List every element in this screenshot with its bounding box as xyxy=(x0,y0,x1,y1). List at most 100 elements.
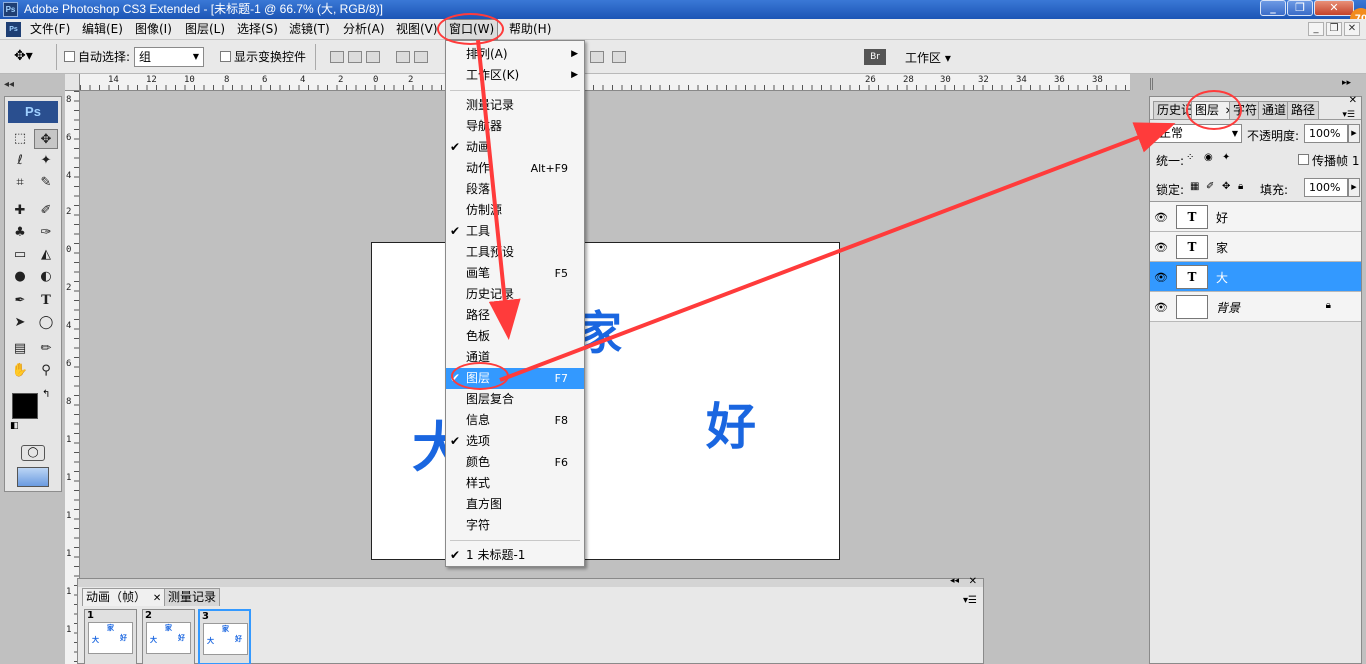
pen-tool-icon[interactable]: ✒ xyxy=(8,291,32,311)
distribute-icon[interactable] xyxy=(590,51,604,63)
auto-select-dropdown[interactable]: 组 ▼ xyxy=(134,47,204,67)
document-icon[interactable]: Ps xyxy=(6,22,21,37)
paint-bucket-icon[interactable]: ◭ xyxy=(34,245,58,265)
window-menu-item[interactable]: 样式 xyxy=(446,473,584,494)
show-transform-checkbox[interactable] xyxy=(220,51,231,62)
eye-icon[interactable]: 👁︎ xyxy=(1154,301,1168,314)
close-button[interactable]: ✕ xyxy=(1314,0,1354,16)
eye-icon[interactable]: 👁︎ xyxy=(1154,211,1168,224)
crop-tool-icon[interactable]: ⌗ xyxy=(8,173,32,193)
tab-animation[interactable]: 动画（帧） ✕ xyxy=(82,588,166,606)
fill-slider-button[interactable]: ▶ xyxy=(1348,178,1360,197)
minimize-button[interactable]: _ xyxy=(1260,0,1286,16)
window-menu-item[interactable]: 仿制源 xyxy=(446,200,584,221)
propagate-frame-checkbox[interactable] xyxy=(1298,154,1309,165)
foreground-color-swatch[interactable] xyxy=(12,393,38,419)
window-menu-item[interactable]: 历史记录 xyxy=(446,284,584,305)
hand-tool-icon[interactable]: ✋ xyxy=(8,361,32,381)
notes-tool-icon[interactable]: ▤ xyxy=(8,339,32,359)
window-menu-item[interactable]: 排列(A) ▶ xyxy=(446,44,584,65)
tab-paths[interactable]: 路径 xyxy=(1287,101,1320,119)
window-menu-item[interactable]: 图层复合 xyxy=(446,389,584,410)
menu-edit[interactable]: 编辑(E) xyxy=(79,19,126,40)
frame-2[interactable]: 2 家大 好 xyxy=(142,609,195,664)
doc-minimize-button[interactable]: _ xyxy=(1308,22,1324,36)
close-icon[interactable]: ✕ xyxy=(1349,95,1357,106)
window-menu-item[interactable]: 路径 xyxy=(446,305,584,326)
workspace-button[interactable]: 工作区 ▾ xyxy=(905,49,951,66)
slice-tool-icon[interactable]: ✎ xyxy=(34,173,58,193)
default-colors-icon[interactable]: ◧ xyxy=(10,421,19,431)
window-menu-item[interactable]: ✔ 工具 xyxy=(446,221,584,242)
window-menu-item[interactable]: 画笔 F5 xyxy=(446,263,584,284)
window-menu-item[interactable]: 动作 Alt+F9 xyxy=(446,158,584,179)
blur-tool-icon[interactable]: ● xyxy=(8,267,32,287)
magic-wand-tool-icon[interactable]: ✦ xyxy=(34,151,58,171)
healing-brush-icon[interactable]: ✚ xyxy=(8,201,32,221)
window-menu-item[interactable]: 工具预设 xyxy=(446,242,584,263)
collapse-left-icon[interactable]: ◂◂ xyxy=(4,79,14,90)
quick-mask-icon[interactable]: ◯ xyxy=(21,445,45,461)
window-menu-item[interactable]: 直方图 xyxy=(446,494,584,515)
window-menu-item[interactable]: ✔ 选项 xyxy=(446,431,584,452)
marquee-tool-icon[interactable]: ⬚ xyxy=(8,129,32,149)
window-menu-item[interactable]: 测量记录 xyxy=(446,95,584,116)
opacity-slider-button[interactable]: ▶ xyxy=(1348,124,1360,143)
window-menu-item[interactable]: ✔ 动画 xyxy=(446,137,584,158)
window-menu-item[interactable]: 信息 F8 xyxy=(446,410,584,431)
lock-all-icon[interactable]: 🔒︎ xyxy=(1238,181,1243,192)
align-top-icon[interactable] xyxy=(330,51,344,63)
collapse-right-icon[interactable]: ▸▸ xyxy=(1342,78,1351,88)
document-canvas[interactable]: 家 大 好 xyxy=(371,242,840,560)
align-hcenter-icon[interactable] xyxy=(414,51,428,63)
type-tool-icon[interactable]: T xyxy=(34,291,58,311)
menu-help[interactable]: 帮助(H) xyxy=(506,19,554,40)
auto-align-icon[interactable] xyxy=(612,51,626,63)
shape-tool-icon[interactable]: ◯ xyxy=(34,313,58,333)
lock-pixels-icon[interactable]: ✐ xyxy=(1206,181,1214,192)
tab-measurement-log[interactable]: 测量记录 xyxy=(164,588,221,606)
auto-select-checkbox[interactable] xyxy=(64,51,75,62)
dock-grip[interactable] xyxy=(1150,78,1153,90)
window-menu-item[interactable]: 字符 xyxy=(446,515,584,536)
lock-transparency-icon[interactable]: ▦ xyxy=(1190,181,1199,192)
menu-file[interactable]: 文件(F) xyxy=(27,19,73,40)
align-bottom-icon[interactable] xyxy=(366,51,380,63)
panel-menu-icon[interactable]: ▾☰ xyxy=(963,595,977,606)
doc-close-button[interactable]: ✕ xyxy=(1344,22,1360,36)
eyedropper-tool-icon[interactable]: ✏ xyxy=(34,339,58,359)
layer-row[interactable]: 👁︎ T 好 xyxy=(1150,202,1361,232)
fill-input[interactable]: 100% xyxy=(1304,178,1348,197)
history-brush-icon[interactable]: ✑ xyxy=(34,223,58,243)
close-icon[interactable]: ✕ xyxy=(969,576,977,587)
window-menu-item[interactable]: 段落 xyxy=(446,179,584,200)
window-menu-item[interactable]: 工作区(K) ▶ xyxy=(446,65,584,86)
restore-button[interactable]: ❐ xyxy=(1287,0,1313,16)
menu-view[interactable]: 视图(V) xyxy=(393,19,441,40)
window-menu-item[interactable]: 导航器 xyxy=(446,116,584,137)
path-select-icon[interactable]: ➤ xyxy=(8,313,32,333)
ruler-origin[interactable] xyxy=(65,74,80,91)
eye-icon[interactable]: 👁︎ xyxy=(1154,271,1168,284)
menu-layer[interactable]: 图层(L) xyxy=(182,19,228,40)
text-layer-hao[interactable]: 好 xyxy=(706,387,756,459)
doc-restore-button[interactable]: ❐ xyxy=(1326,22,1342,36)
lock-position-icon[interactable]: ✥ xyxy=(1222,181,1230,192)
clone-stamp-icon[interactable]: ♣ xyxy=(8,223,32,243)
window-menu-item[interactable]: ✔ 1 未标题-1 xyxy=(446,545,584,566)
layer-row[interactable]: 👁︎ T 家 xyxy=(1150,232,1361,262)
eye-icon[interactable]: 👁︎ xyxy=(1154,241,1168,254)
zoom-tool-icon[interactable]: ⚲ xyxy=(34,361,58,381)
unify-style-icon[interactable]: ✦ xyxy=(1222,152,1230,163)
swap-colors-icon[interactable]: ↰ xyxy=(42,389,50,400)
menu-analysis[interactable]: 分析(A) xyxy=(340,19,388,40)
unify-position-icon[interactable]: ⁘ xyxy=(1186,152,1194,163)
layer-row-background[interactable]: 👁︎ 背景 🔒︎ xyxy=(1150,292,1361,322)
layer-row-selected[interactable]: 👁︎ T 大 xyxy=(1150,262,1361,292)
tab-channels[interactable]: 通道 xyxy=(1258,101,1291,119)
eraser-tool-icon[interactable]: ▭ xyxy=(8,245,32,265)
close-icon[interactable]: ✕ xyxy=(153,593,161,604)
menu-filter[interactable]: 滤镜(T) xyxy=(286,19,333,40)
brush-tool-icon[interactable]: ✐ xyxy=(34,201,58,221)
dodge-tool-icon[interactable]: ◐ xyxy=(34,267,58,287)
